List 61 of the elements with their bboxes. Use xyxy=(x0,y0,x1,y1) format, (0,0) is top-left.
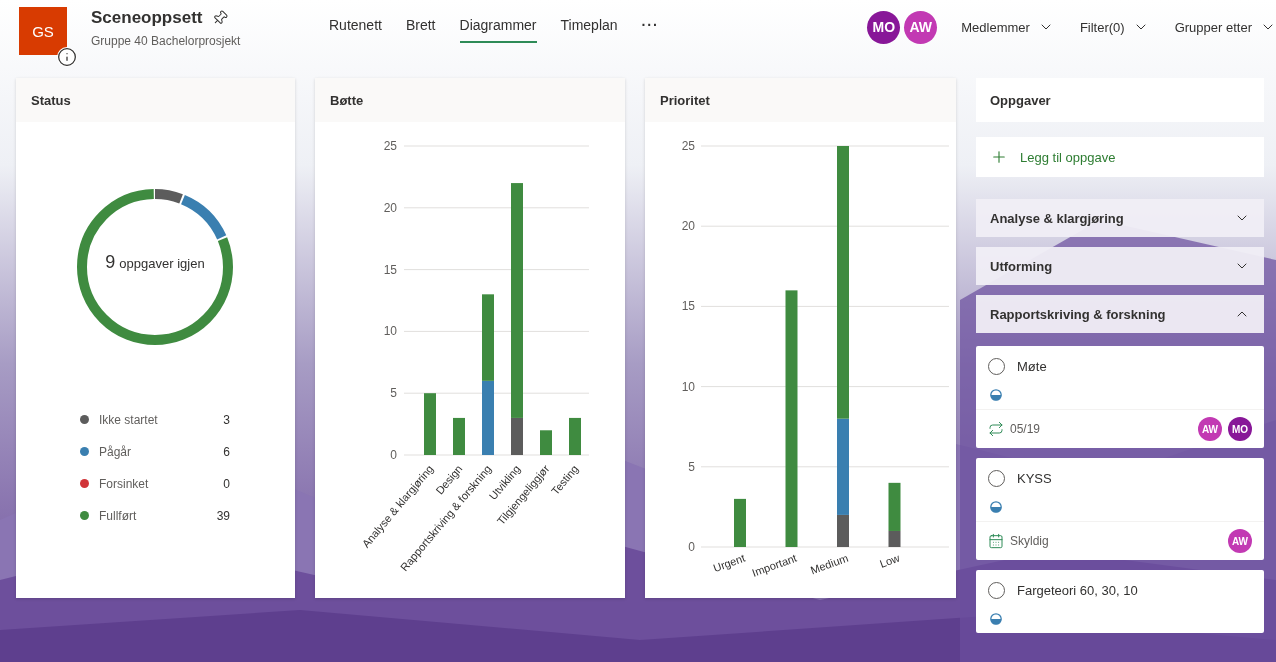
card-title: Prioritet xyxy=(660,92,710,108)
axis-label: Low xyxy=(878,551,902,570)
legend-label: Ikke startet xyxy=(99,412,159,427)
assignee-avatar: AW xyxy=(1228,529,1252,553)
axis-label: 25 xyxy=(383,139,397,153)
legend-label: Fullført xyxy=(99,508,138,523)
remaining-label: oppgaver igjen xyxy=(119,256,205,271)
card-title: Status xyxy=(31,92,71,108)
dropdown-menu[interactable]: Medlemmer xyxy=(961,19,1054,35)
axis-label: 15 xyxy=(681,299,695,314)
task-meta: Skyldig xyxy=(1010,534,1050,548)
assignee-avatar: MO xyxy=(1228,417,1252,441)
remaining-count: 9 xyxy=(105,252,116,273)
axis-label: 15 xyxy=(383,262,397,277)
axis-label: 0 xyxy=(390,448,397,462)
axis-label: 5 xyxy=(688,459,695,474)
plus-icon xyxy=(990,148,1008,166)
axis-label: 10 xyxy=(383,324,397,339)
axis-label: 10 xyxy=(681,379,695,394)
legend-count: 0 xyxy=(223,476,230,491)
progress-icon xyxy=(990,501,1002,513)
task-title: KYSS xyxy=(1017,471,1052,486)
bucket-group-header[interactable]: Utforming xyxy=(976,247,1264,285)
axis-label: 20 xyxy=(383,200,397,215)
panel-title: Oppgaver xyxy=(990,92,1051,108)
plan-title: Sceneoppsett xyxy=(91,8,203,28)
axis-label: 5 xyxy=(390,386,397,401)
progress-icon xyxy=(990,389,1002,401)
dropdown-menu[interactable]: Grupper etter xyxy=(1174,19,1276,35)
plan-subtitle: Gruppe 40 Bachelorprosjekt xyxy=(91,34,242,48)
dropdown-menu[interactable]: Filter(0) xyxy=(1079,19,1149,35)
bucket-group-header[interactable]: Rapportskriving & forskning xyxy=(976,295,1264,333)
legend-label: Pågår xyxy=(99,444,133,459)
task-card[interactable]: Fargeteori 60, 30, 10 xyxy=(976,570,1264,633)
repeat-icon xyxy=(988,421,1004,437)
assignee-avatar: AW xyxy=(1198,417,1222,441)
more-button[interactable]: ··· xyxy=(641,17,659,33)
legend-count: 6 xyxy=(223,444,230,459)
view-tab[interactable]: Diagrammer xyxy=(459,17,537,43)
legend-count: 3 xyxy=(223,412,230,427)
axis-label: 0 xyxy=(688,540,695,554)
view-tab[interactable]: Timeplan xyxy=(560,17,618,43)
bucket-group-header[interactable]: Analyse & klargjøring xyxy=(976,199,1264,237)
legend-label: Forsinket xyxy=(99,476,150,491)
legend-count: 39 xyxy=(216,508,230,523)
task-title: Fargeteori 60, 30, 10 xyxy=(1017,583,1138,598)
axis-label: Medium xyxy=(808,551,850,577)
view-tab[interactable]: Brett xyxy=(405,17,436,43)
progress-icon xyxy=(990,613,1002,625)
card-title: Bøtte xyxy=(330,92,364,108)
calendar-icon xyxy=(988,533,1004,549)
axis-label: Urgent xyxy=(711,551,747,575)
task-meta: 05/19 xyxy=(1010,422,1042,436)
add-task-button[interactable]: Legg til oppgave xyxy=(976,137,1264,177)
axis-label: 20 xyxy=(681,219,695,234)
axis-label: 25 xyxy=(681,139,695,153)
task-card[interactable]: Møte 05/19 AW MO xyxy=(976,346,1264,448)
info-icon[interactable] xyxy=(57,47,77,67)
task-card[interactable]: KYSS Skyldig AW xyxy=(976,458,1264,560)
task-title: Møte xyxy=(1017,359,1047,374)
view-tab[interactable]: Rutenett xyxy=(329,17,382,43)
